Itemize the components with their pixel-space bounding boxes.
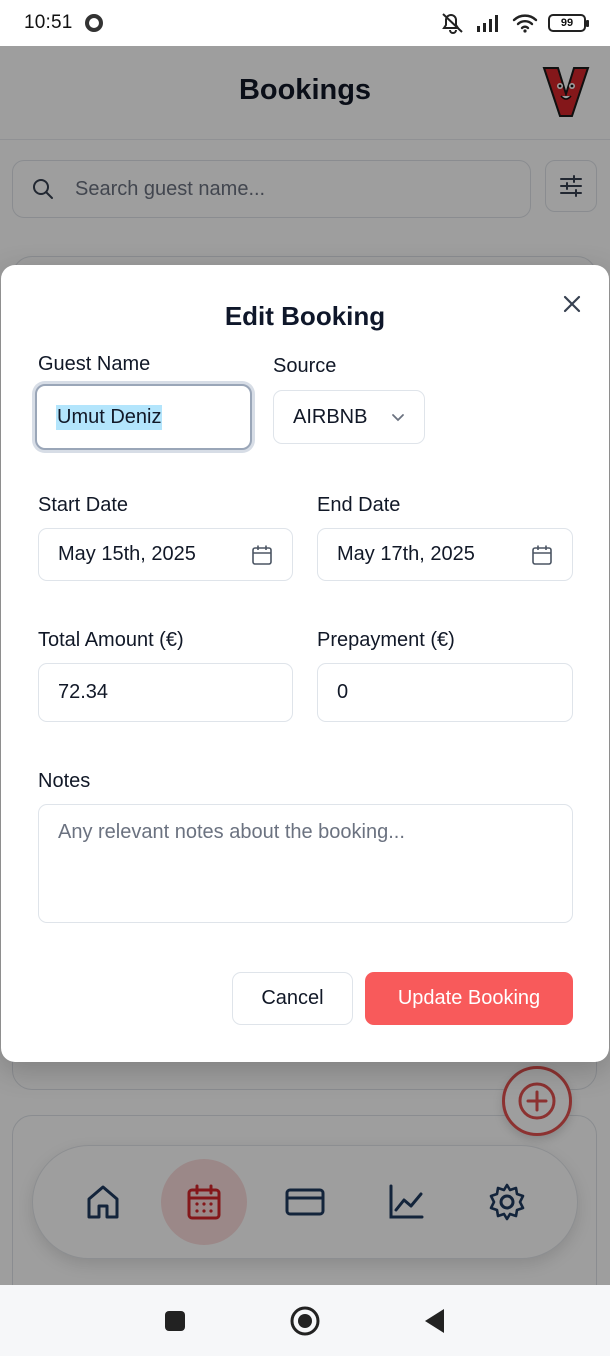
- status-time: 10:51: [24, 12, 73, 33]
- close-button[interactable]: [559, 291, 585, 317]
- source-label: Source: [273, 355, 337, 377]
- cancel-button[interactable]: Cancel: [232, 972, 353, 1025]
- calendar-icon: [532, 545, 552, 565]
- guest-name-label: Guest Name: [38, 353, 151, 375]
- prepayment-value: 0: [337, 681, 349, 703]
- total-amount-input[interactable]: 72.34: [38, 663, 293, 722]
- notes-label: Notes: [38, 770, 91, 792]
- prepayment-input[interactable]: 0: [317, 663, 573, 722]
- wifi-icon: [512, 14, 538, 33]
- total-amount-label: Total Amount (€): [38, 629, 184, 651]
- status-icons: 99: [440, 12, 589, 34]
- start-date-label: Start Date: [38, 494, 129, 516]
- status-bar: 10:51 99: [0, 0, 610, 46]
- screen: 10:51 99 Bookings Search guest name... E…: [0, 0, 610, 1356]
- chevron-down-icon: [392, 414, 404, 422]
- start-date-value: May 15th, 2025: [58, 543, 196, 565]
- system-nav-bar: [0, 1285, 610, 1356]
- start-date-picker[interactable]: May 15th, 2025: [38, 528, 293, 581]
- update-booking-button[interactable]: Update Booking: [365, 972, 573, 1025]
- recent-apps-icon[interactable]: [164, 1310, 186, 1332]
- end-date-value: May 17th, 2025: [337, 543, 475, 565]
- notes-textarea[interactable]: Any relevant notes about the booking...: [38, 804, 573, 923]
- signal-icon: [477, 15, 498, 32]
- prepayment-label: Prepayment (€): [317, 629, 455, 651]
- source-value: AIRBNB: [293, 405, 368, 428]
- chrome-icon: [84, 14, 103, 32]
- end-date-label: End Date: [317, 494, 401, 516]
- end-date-picker[interactable]: May 17th, 2025: [317, 528, 573, 581]
- source-select[interactable]: AIRBNB: [273, 390, 425, 444]
- notes-placeholder: Any relevant notes about the booking...: [58, 821, 405, 843]
- mute-icon: [442, 13, 463, 34]
- close-icon: [563, 295, 581, 313]
- guest-name-value: Umut Deniz: [56, 404, 163, 430]
- calendar-icon: [252, 545, 272, 565]
- back-icon[interactable]: [424, 1308, 446, 1334]
- total-amount-value: 72.34: [58, 681, 109, 703]
- guest-name-field[interactable]: Umut Deniz: [35, 384, 252, 450]
- dialog-title: Edit Booking: [224, 301, 386, 331]
- edit-booking-dialog: Edit Booking Guest Name Umut Deniz Sourc…: [1, 265, 609, 1062]
- home-button-icon[interactable]: [290, 1306, 320, 1336]
- battery-icon: 99: [548, 14, 589, 32]
